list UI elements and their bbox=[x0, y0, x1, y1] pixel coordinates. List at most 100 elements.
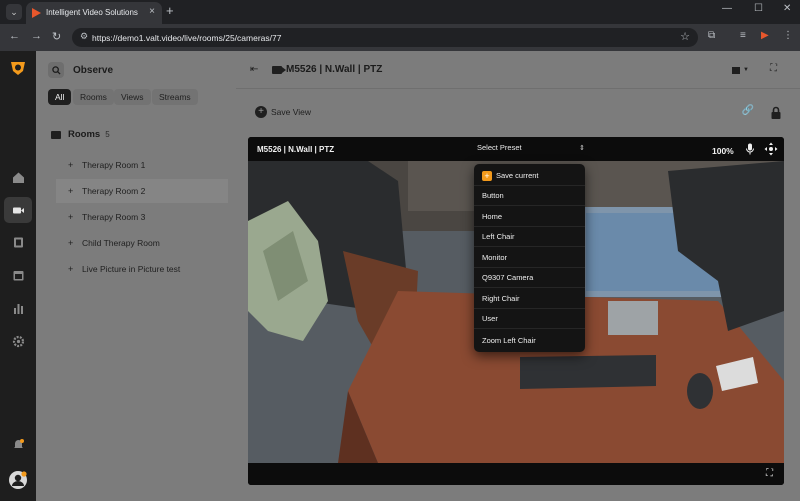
preset-item[interactable]: User bbox=[474, 309, 585, 329]
preset-select[interactable]: Select Preset ⇕ bbox=[477, 143, 587, 156]
calendar-icon bbox=[13, 270, 23, 280]
save-view-label: Save View bbox=[271, 107, 312, 117]
avatar-icon bbox=[9, 471, 27, 489]
browser-tab[interactable]: Intelligent Video Solutions × bbox=[26, 2, 162, 24]
save-view-button[interactable]: + Save View bbox=[250, 103, 316, 121]
rooms-group-header[interactable]: Rooms 5 bbox=[51, 129, 110, 140]
expand-plus-icon[interactable]: + bbox=[68, 264, 82, 274]
back-icon[interactable]: ← bbox=[9, 30, 20, 42]
room-label: Live Picture in Picture test bbox=[82, 264, 181, 274]
settings-nav-button[interactable] bbox=[4, 328, 32, 354]
chevron-down-icon: ▼ bbox=[743, 67, 749, 73]
home-nav-button[interactable] bbox=[4, 164, 32, 190]
favicon-icon bbox=[32, 8, 41, 18]
preset-item[interactable]: Right Chair bbox=[474, 289, 585, 309]
tab-close-icon[interactable]: × bbox=[149, 6, 155, 17]
room-item[interactable]: + Therapy Room 1 bbox=[56, 153, 228, 177]
room-label: Child Therapy Room bbox=[82, 238, 160, 248]
search-icon bbox=[51, 65, 61, 75]
room-item[interactable]: + Live Picture in Picture test bbox=[56, 257, 228, 281]
video-camera-icon bbox=[12, 207, 24, 213]
expand-plus-icon[interactable]: + bbox=[68, 212, 82, 222]
filter-views[interactable]: Views bbox=[114, 89, 151, 105]
extension-play-icon[interactable]: ▶ bbox=[761, 30, 769, 41]
app-nav-rail bbox=[0, 51, 36, 501]
fullscreen-icon[interactable]: ⛶ bbox=[766, 468, 773, 479]
reload-icon[interactable]: ↻ bbox=[52, 30, 61, 43]
layout-dropdown-button[interactable]: ▼ bbox=[732, 63, 756, 77]
observe-nav-button[interactable] bbox=[4, 197, 32, 223]
rooms-title: Rooms bbox=[68, 129, 101, 140]
bookmark-star-icon[interactable]: ☆ bbox=[680, 30, 690, 43]
notifications-button[interactable] bbox=[4, 431, 32, 457]
ptz-move-icon[interactable] bbox=[764, 142, 778, 156]
bell-icon bbox=[13, 438, 24, 448]
minimize-button[interactable]: — bbox=[722, 3, 732, 14]
preset-item[interactable]: Home bbox=[474, 207, 585, 227]
schedule-nav-button[interactable] bbox=[4, 262, 32, 288]
home-icon bbox=[12, 172, 24, 183]
expand-plus-icon[interactable]: + bbox=[68, 160, 82, 170]
camera-header: ⇤ M5526 | N.Wall | PTZ ▼ ⛶ bbox=[236, 51, 800, 89]
player-header: M5526 | N.Wall | PTZ Select Preset ⇕ 100… bbox=[248, 137, 784, 161]
film-icon bbox=[13, 237, 23, 247]
reading-list-icon[interactable]: ≡ bbox=[740, 30, 746, 41]
room-label: Therapy Room 3 bbox=[82, 212, 146, 222]
expand-plus-icon[interactable]: + bbox=[68, 186, 82, 196]
folder-icon bbox=[51, 130, 61, 139]
preset-placeholder: Select Preset bbox=[477, 143, 522, 152]
bar-chart-icon bbox=[13, 303, 23, 314]
tab-title: Intelligent Video Solutions bbox=[46, 8, 138, 17]
rooms-count: 5 bbox=[105, 130, 110, 139]
browser-tab-bar: ⌄ Intelligent Video Solutions × + — ☐ ✕ bbox=[0, 0, 800, 24]
url-text: https://demo1.valt.video/live/rooms/25/c… bbox=[92, 33, 282, 43]
valt-logo-icon[interactable] bbox=[9, 59, 27, 77]
forward-icon[interactable]: → bbox=[31, 30, 42, 42]
lock-icon[interactable] bbox=[768, 105, 784, 121]
gear-icon bbox=[12, 335, 24, 347]
url-bar[interactable]: ⚙ https://demo1.valt.video/live/rooms/25… bbox=[72, 28, 698, 47]
preset-item[interactable]: Left Chair bbox=[474, 227, 585, 247]
user-avatar-button[interactable] bbox=[4, 466, 32, 494]
room-label: Therapy Room 2 bbox=[82, 186, 146, 196]
sidebar-title: Observe bbox=[73, 65, 114, 76]
filter-streams[interactable]: Streams bbox=[152, 89, 198, 105]
preset-item[interactable]: Q9307 Camera bbox=[474, 268, 585, 288]
zoom-level: 100% bbox=[712, 146, 734, 156]
site-info-icon[interactable]: ⚙ bbox=[80, 31, 88, 42]
preset-dropdown-menu: + Save current Button Home Left Chair Mo… bbox=[474, 164, 585, 352]
save-current-preset-item[interactable]: + Save current bbox=[474, 166, 585, 186]
browser-menu-icon[interactable]: ⋮ bbox=[783, 30, 793, 41]
preset-item[interactable]: Monitor bbox=[474, 248, 585, 268]
room-item[interactable]: + Therapy Room 2 bbox=[56, 179, 228, 203]
extensions-icon[interactable]: ⧉ bbox=[708, 30, 715, 41]
microphone-icon[interactable] bbox=[745, 143, 755, 155]
new-tab-button[interactable]: + bbox=[166, 3, 174, 18]
plus-icon: + bbox=[482, 170, 492, 181]
room-item[interactable]: + Therapy Room 3 bbox=[56, 205, 228, 229]
preset-item[interactable]: Zoom Left Chair bbox=[474, 330, 585, 350]
plus-icon: + bbox=[255, 106, 267, 118]
link-icon[interactable]: 🔗 bbox=[740, 105, 756, 121]
player-footer: ⛶ bbox=[248, 463, 784, 485]
collapse-sidebar-icon[interactable]: ⇤ bbox=[250, 64, 258, 75]
layout-icon bbox=[732, 66, 740, 74]
camera-icon bbox=[272, 66, 286, 74]
preset-item[interactable]: Button bbox=[474, 186, 585, 206]
address-bar-row: ← → ↻ ⚙ https://demo1.valt.video/live/ro… bbox=[0, 24, 800, 51]
chevron-updown-icon: ⇕ bbox=[579, 145, 585, 152]
expand-plus-icon[interactable]: + bbox=[68, 238, 82, 248]
save-current-label: Save current bbox=[496, 171, 539, 180]
player-title: M5526 | N.Wall | PTZ bbox=[257, 145, 335, 154]
filter-rooms[interactable]: Rooms bbox=[73, 89, 114, 105]
expand-icon[interactable]: ⛶ bbox=[770, 63, 777, 74]
room-item[interactable]: + Child Therapy Room bbox=[56, 231, 228, 255]
maximize-button[interactable]: ☐ bbox=[754, 3, 763, 14]
filter-all[interactable]: All bbox=[48, 89, 72, 105]
close-window-button[interactable]: ✕ bbox=[783, 3, 791, 14]
search-button[interactable] bbox=[48, 62, 64, 78]
tab-search-icon[interactable]: ⌄ bbox=[6, 4, 22, 20]
reports-nav-button[interactable] bbox=[4, 295, 32, 321]
camera-title: M5526 | N.Wall | PTZ bbox=[286, 64, 383, 75]
recordings-nav-button[interactable] bbox=[4, 229, 32, 255]
